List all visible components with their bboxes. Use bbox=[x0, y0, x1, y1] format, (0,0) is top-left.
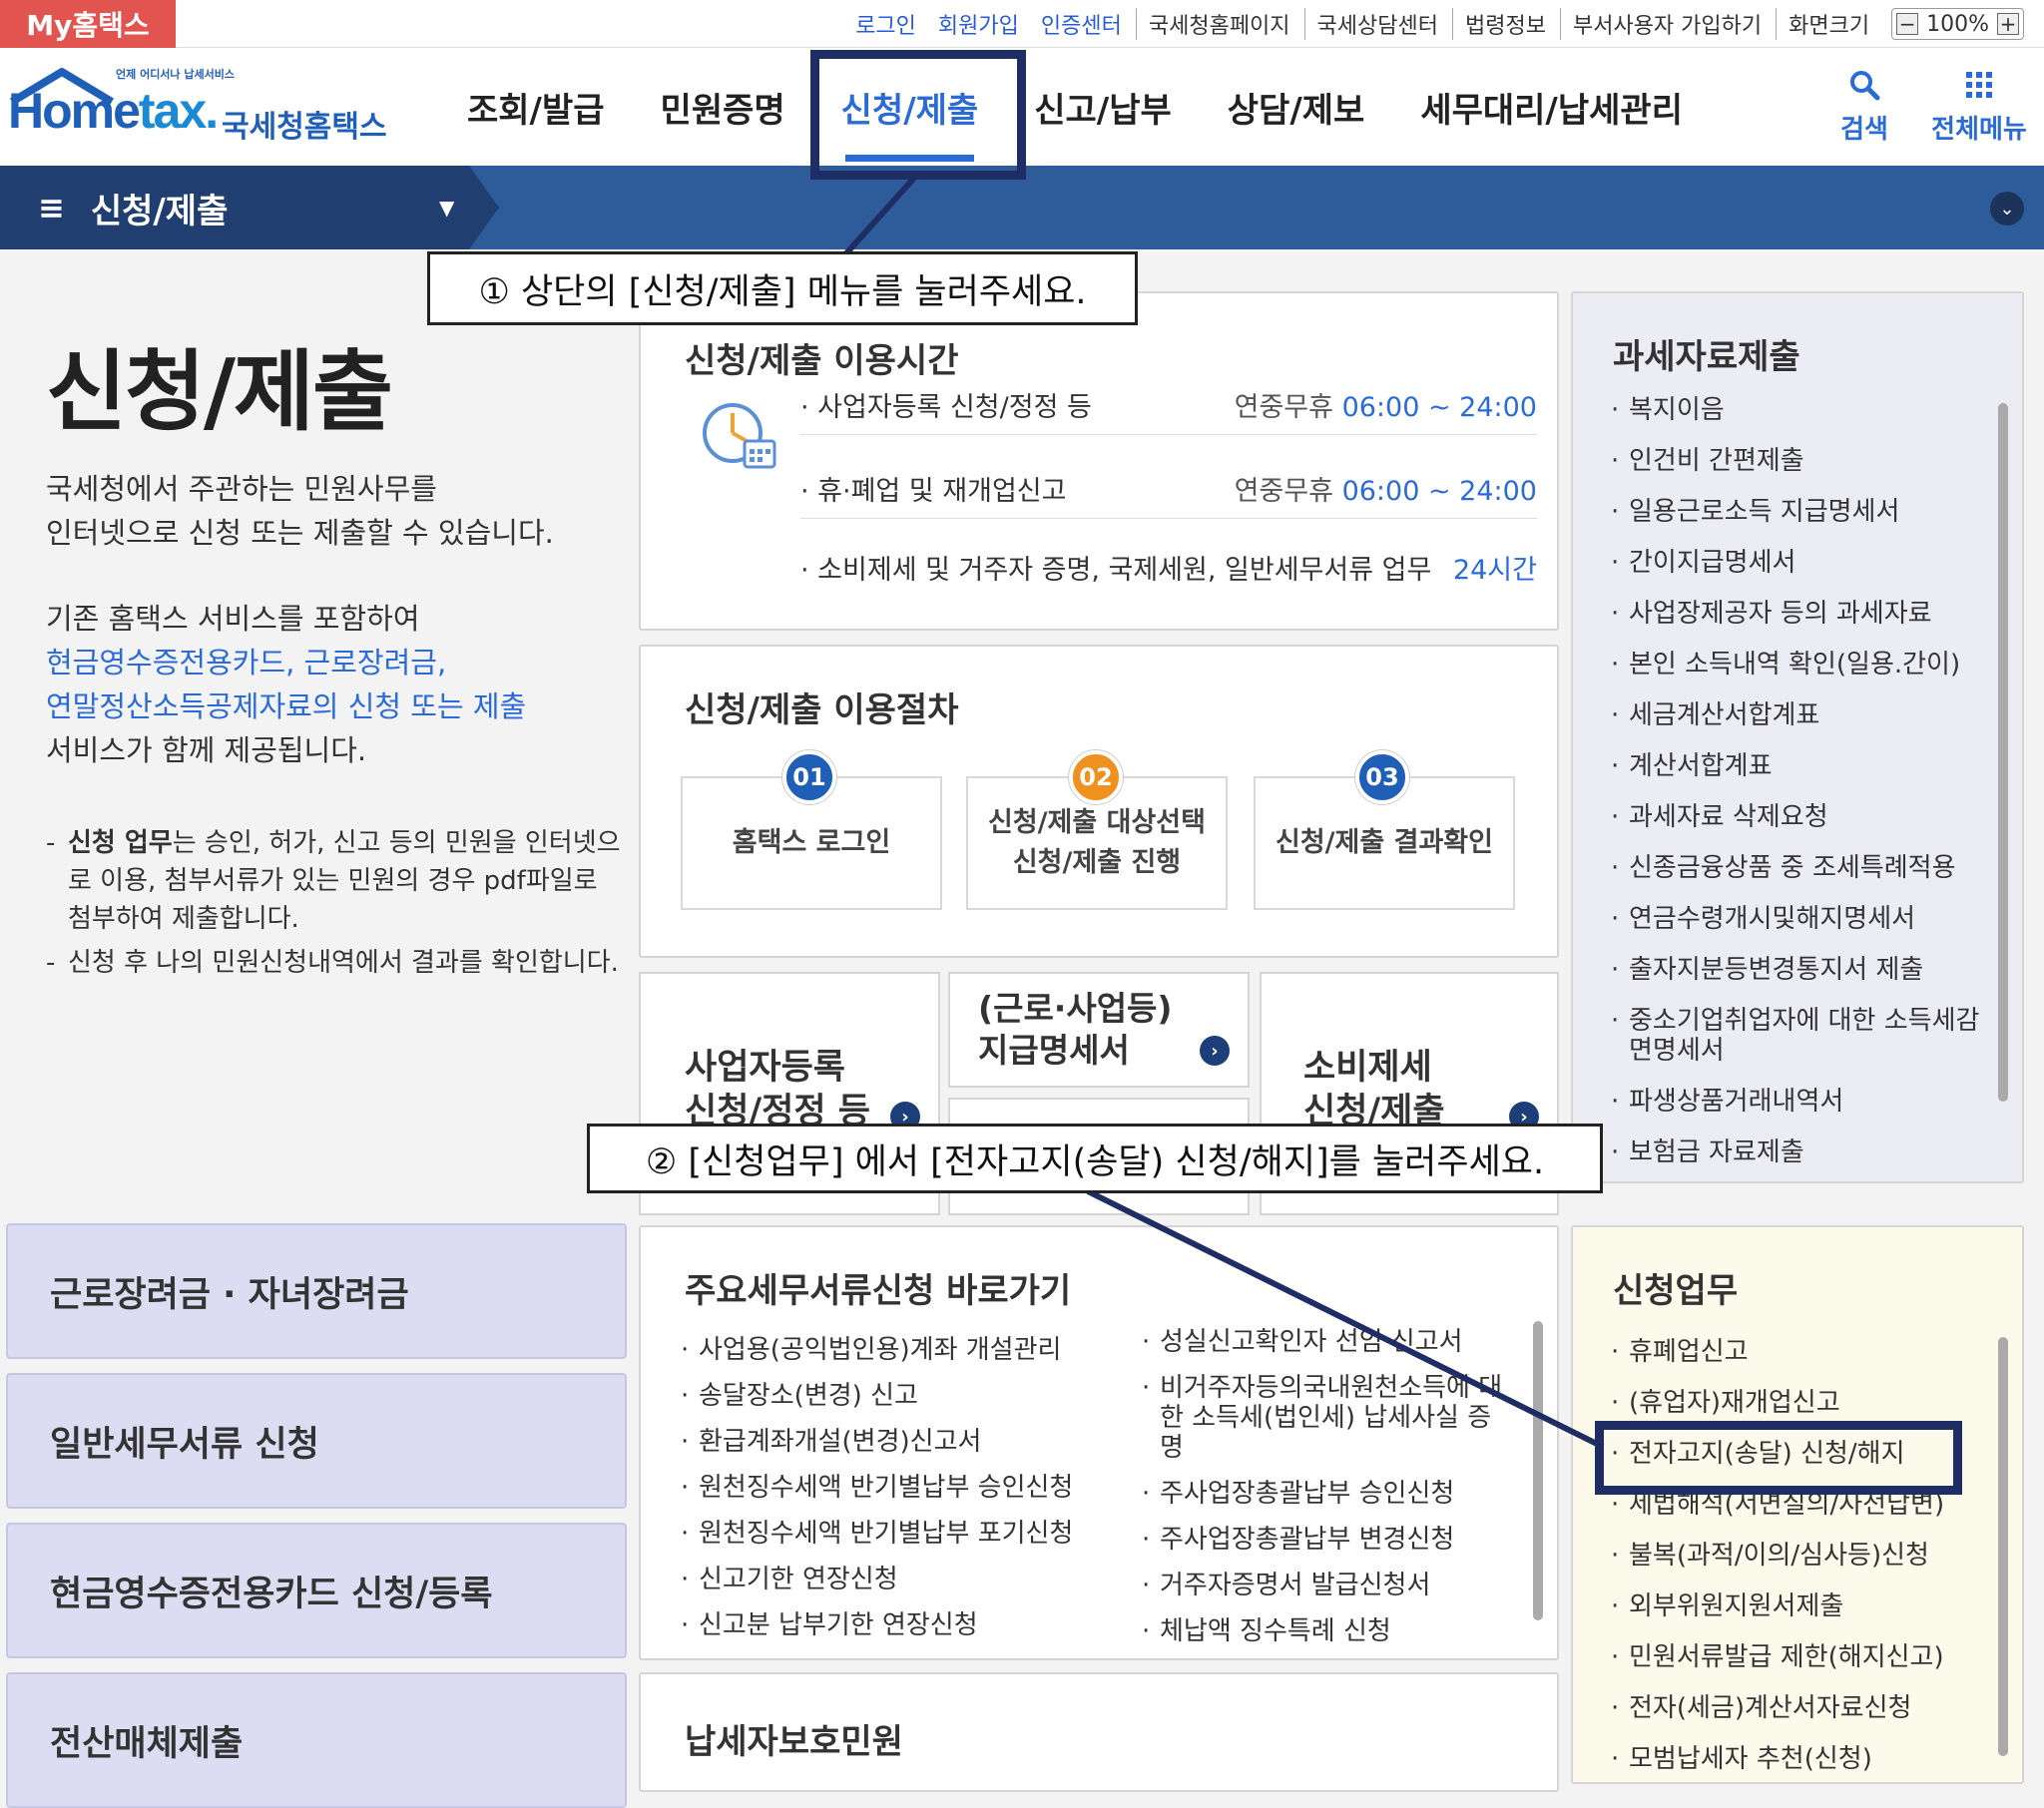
highlight-menu-apply bbox=[810, 50, 1026, 180]
highlight-e-notice bbox=[1595, 1421, 1962, 1495]
instruction-callout-1: ① 상단의 [신청/제출] 메뉴를 눌러주세요. bbox=[427, 251, 1138, 325]
instruction-callout-2: ② [신청업무] 에서 [전자고지(송달) 신청/해지]를 눌러주세요. bbox=[587, 1124, 1603, 1193]
